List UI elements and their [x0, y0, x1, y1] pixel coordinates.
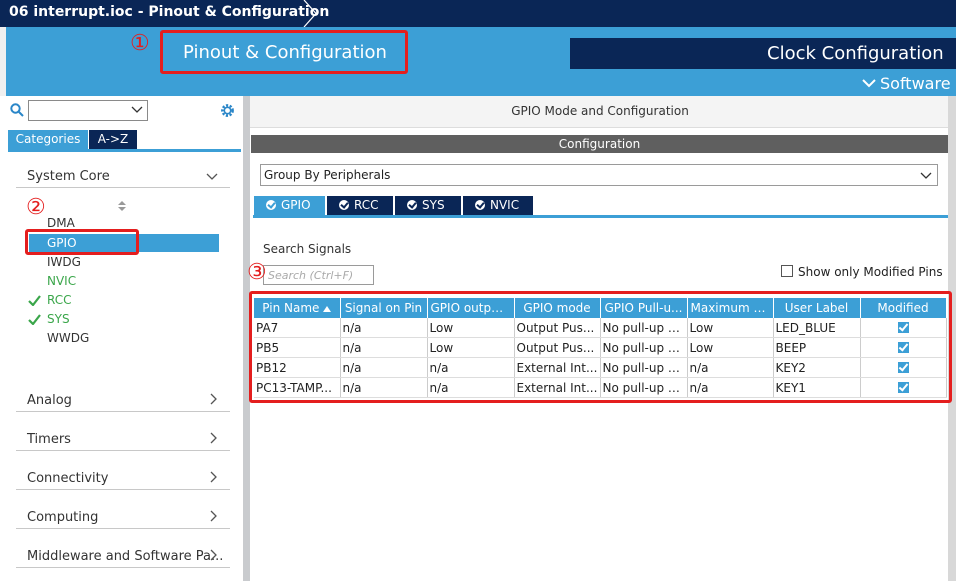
category-analog[interactable]: Analog — [16, 387, 230, 412]
tab-categories[interactable]: Categories — [8, 130, 88, 149]
check-circle-icon — [407, 200, 417, 210]
category-timers[interactable]: Timers — [16, 426, 230, 451]
tab-rcc[interactable]: RCC — [327, 196, 393, 215]
tab-gpio[interactable]: GPIO — [254, 196, 325, 215]
search-signals-label: Search Signals — [263, 242, 352, 256]
category-system-core[interactable]: System Core — [16, 163, 230, 188]
category-connectivity[interactable]: Connectivity — [16, 465, 230, 490]
check-icon — [28, 295, 41, 306]
chevron-right-icon — [210, 393, 217, 405]
chevron-down-icon[interactable] — [920, 172, 932, 180]
category-label: Middleware and Software Pa... — [27, 549, 224, 564]
chevron-right-icon — [210, 549, 217, 561]
chevron-right-icon — [210, 510, 217, 522]
category-search-input[interactable] — [28, 100, 148, 121]
breadcrumb-title: 06 interrupt.ioc - Pinout & Configuratio… — [9, 4, 330, 20]
gear-icon[interactable] — [219, 102, 236, 119]
annotation-box-3 — [249, 291, 952, 403]
check-circle-icon — [475, 200, 485, 210]
chevron-down-icon — [862, 79, 876, 88]
category-middleware[interactable]: Middleware and Software Pa... — [16, 543, 230, 568]
chevron-down-icon — [206, 173, 218, 180]
mode-configuration-title: GPIO Mode and Configuration — [250, 96, 950, 128]
check-circle-icon — [339, 200, 349, 210]
show-modified-checkbox[interactable]: Show only Modified Pins — [781, 265, 943, 279]
annotation-marker-3: ③ — [247, 260, 267, 285]
tab-underline — [253, 215, 948, 218]
category-label: Analog — [27, 393, 72, 408]
group-by-value: Group By Peripherals — [264, 168, 391, 182]
peripheral-nvic[interactable]: NVIC — [47, 274, 76, 288]
category-computing[interactable]: Computing — [16, 504, 230, 529]
tab-sys[interactable]: SYS — [395, 196, 461, 215]
band-edge — [0, 27, 6, 96]
search-signals-input[interactable]: Search (Ctrl+F) — [263, 265, 374, 285]
tab-label: RCC — [354, 198, 379, 212]
breadcrumb-chevron-icon — [303, 0, 317, 27]
annotation-box-1 — [160, 30, 408, 74]
peripheral-wwdg[interactable]: WWDG — [47, 331, 89, 345]
category-label: Computing — [27, 510, 99, 525]
check-icon — [28, 314, 41, 325]
tab-label: SYS — [422, 198, 445, 212]
search-placeholder: Search (Ctrl+F) — [268, 269, 354, 282]
annotation-marker-1: ① — [130, 31, 150, 56]
checkbox-icon[interactable] — [781, 265, 793, 277]
configuration-header: Configuration — [251, 135, 948, 153]
peripheral-sys[interactable]: SYS — [47, 312, 70, 326]
annotation-box-2 — [25, 229, 139, 255]
tab-label: NVIC — [490, 198, 520, 212]
chevron-down-icon[interactable] — [131, 106, 143, 114]
peripheral-rcc[interactable]: RCC — [47, 293, 72, 307]
tab-nvic[interactable]: NVIC — [463, 196, 533, 215]
category-label: Connectivity — [27, 471, 109, 486]
peripheral-dma[interactable]: DMA — [47, 216, 75, 230]
tab-a-to-z[interactable]: A->Z — [89, 130, 137, 149]
software-packs-menu[interactable]: Software P — [862, 74, 956, 93]
peripheral-iwdg[interactable]: IWDG — [47, 255, 81, 269]
category-label: Timers — [27, 432, 71, 447]
sort-icon[interactable] — [117, 200, 127, 212]
group-by-select[interactable]: Group By Peripherals — [260, 164, 938, 186]
show-modified-label: Show only Modified Pins — [798, 265, 943, 279]
tab-label: GPIO — [281, 198, 311, 212]
tab-underline — [8, 149, 241, 152]
tab-clock-configuration[interactable]: Clock Configuration — [570, 38, 956, 69]
check-circle-icon — [266, 200, 276, 210]
category-label: System Core — [27, 169, 110, 184]
chevron-right-icon — [210, 471, 217, 483]
software-packs-label: Software P — [880, 74, 956, 93]
search-icon[interactable] — [10, 103, 24, 117]
annotation-marker-2: ② — [26, 195, 46, 220]
tab-clock-label: Clock Configuration — [767, 43, 944, 64]
chevron-right-icon — [210, 432, 217, 444]
